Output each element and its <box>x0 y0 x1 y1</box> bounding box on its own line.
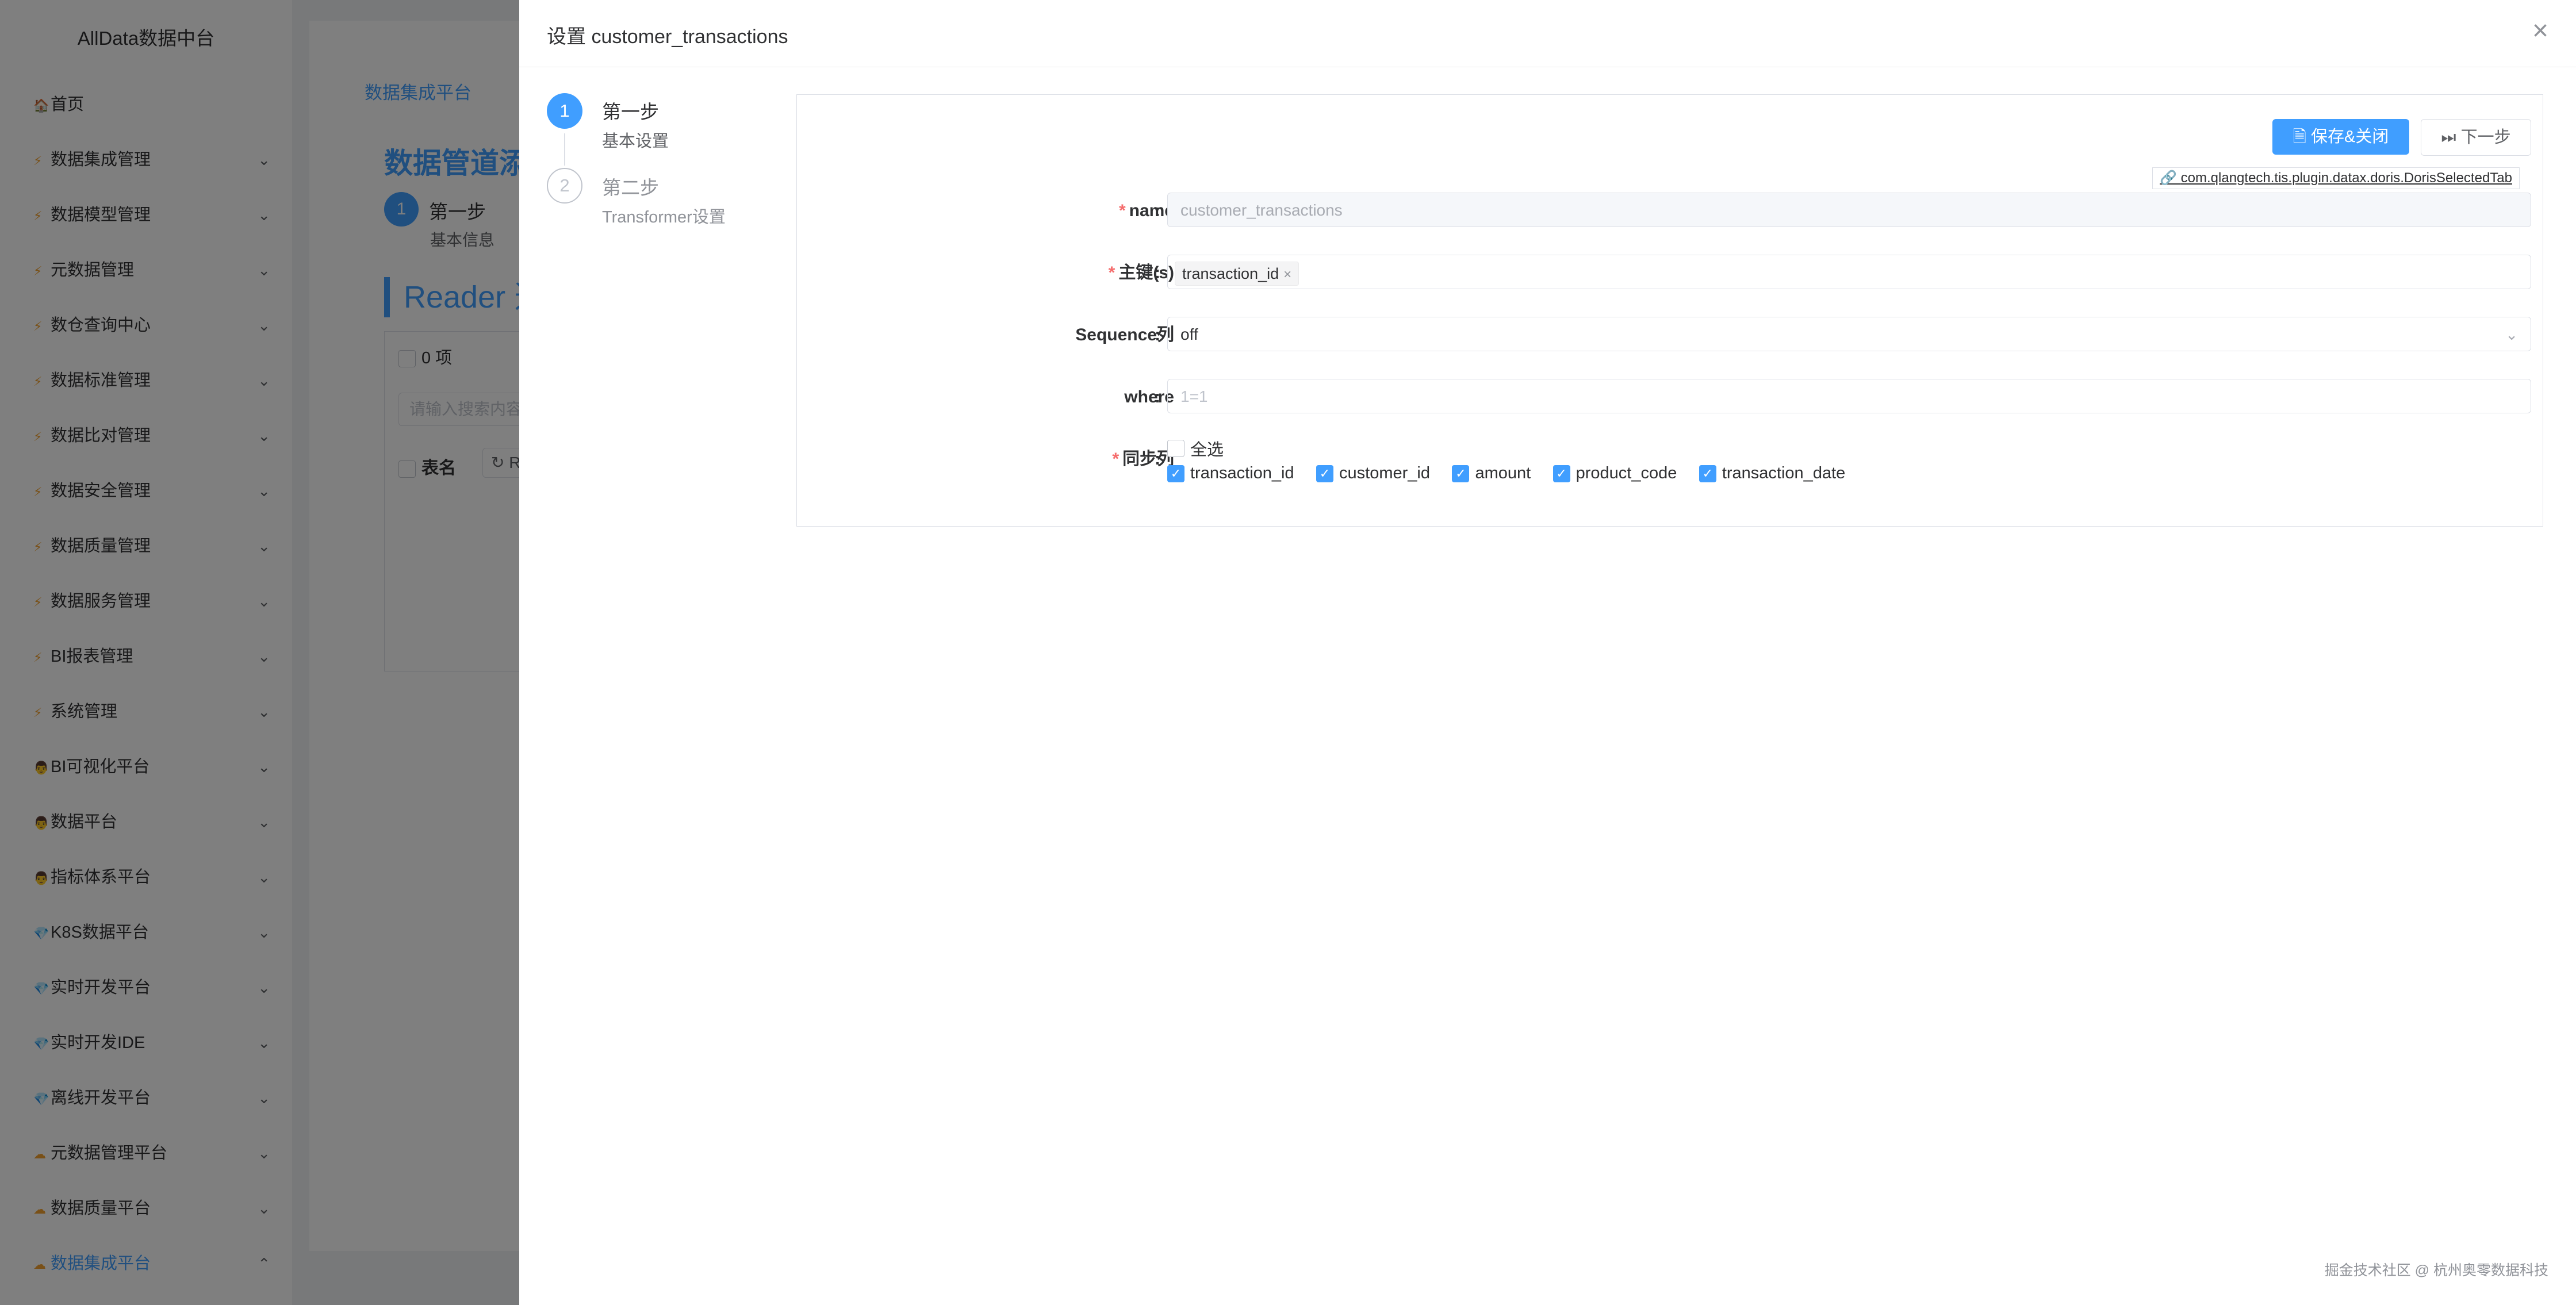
label-colon: : <box>1155 263 1160 282</box>
step-2-number: 2 <box>547 168 582 204</box>
plugin-link-text: com.qlangtech.tis.plugin.datax.doris.Dor… <box>2180 170 2512 186</box>
sequence-row: Sequence列 : off ⌄ <box>797 317 2543 354</box>
pk-tag: transaction_id × <box>1175 261 1300 286</box>
primary-keys-select[interactable]: transaction_id × <box>1167 255 2531 289</box>
sequence-value: off <box>1180 325 1198 343</box>
step-2-sub: Transformer设置 <box>602 208 726 227</box>
primary-keys-row: * 主键(s) : transaction_id × <box>797 255 2543 291</box>
select-all-checkbox[interactable] <box>1167 440 1184 457</box>
column-checkbox[interactable]: ✓ <box>1316 465 1334 482</box>
step-2-title: 第二步 <box>602 177 659 198</box>
link-icon: 🔗 <box>2160 170 2177 186</box>
close-icon[interactable]: × <box>2532 15 2548 47</box>
where-placeholder: 1=1 <box>1180 387 1208 405</box>
sync-cols-label-text: 同步列 <box>1122 450 1174 469</box>
name-label: * name <box>1119 193 1174 229</box>
watermark: 掘金技术社区 @ 杭州奥零数据科技 <box>2324 1262 2548 1279</box>
column-checkbox[interactable]: ✓ <box>1552 465 1570 482</box>
column-checkbox-list: ✓ transaction_id ✓ customer_id ✓ amount ✓ pr… <box>1167 464 1865 483</box>
next-step-button[interactable]: ⏭ 下一步 <box>2421 119 2531 156</box>
label-colon: : <box>1155 450 1160 469</box>
step-1-title: 第一步 <box>602 101 659 122</box>
required-mark: * <box>1108 263 1116 282</box>
column-checkbox[interactable]: ✓ <box>1167 465 1184 482</box>
step-1-sub: 基本设置 <box>602 132 669 151</box>
settings-drawer: 设置 customer_transactions × 1 第一步 基本设置 2 … <box>519 0 2576 1305</box>
column-label: customer_id <box>1339 464 1430 482</box>
column-checkbox[interactable]: ✓ <box>1699 465 1716 482</box>
label-colon: : <box>1155 201 1160 220</box>
sequence-select[interactable]: off ⌄ <box>1167 317 2531 351</box>
next-label: 下一步 <box>2460 128 2511 147</box>
save-close-label: 保存&关闭 <box>2311 128 2389 146</box>
plugin-link[interactable]: 🔗 com.qlangtech.tis.plugin.datax.doris.D… <box>2152 167 2520 189</box>
drawer-title: 设置 customer_transactions <box>547 26 788 48</box>
next-icon: ⏭ <box>2441 128 2456 147</box>
where-label: where <box>1124 387 1174 406</box>
column-label: transaction_id <box>1190 464 1294 482</box>
tag-close-icon[interactable]: × <box>1283 267 1291 282</box>
settings-form: 🗎 保存&关闭 ⏭ 下一步 🔗 com.qlangtech.tis.plugin… <box>796 94 2543 527</box>
column-label: amount <box>1475 464 1531 482</box>
column-label: transaction_date <box>1722 464 1846 482</box>
label-colon: : <box>1155 387 1160 406</box>
sync-cols-label: * 同步列 <box>1112 441 1174 478</box>
required-mark: * <box>1118 201 1126 220</box>
sync-cols-checkboxes: 全选 ✓ transaction_id ✓ customer_id ✓ amount … <box>1167 436 1865 483</box>
label-colon: : <box>1155 325 1160 344</box>
chevron-down-icon: ⌄ <box>2505 326 2518 343</box>
step-connector <box>564 133 565 166</box>
pk-tag-label: transaction_id <box>1182 264 1279 282</box>
required-mark: * <box>1112 450 1119 469</box>
name-input[interactable]: customer_transactions <box>1167 193 2531 227</box>
pk-label: * 主键(s) <box>1109 255 1174 291</box>
drawer-header: 设置 customer_transactions × <box>519 0 2576 67</box>
column-checkbox[interactable]: ✓ <box>1452 465 1470 482</box>
where-row: where : 1=1 <box>797 379 2543 416</box>
where-input[interactable]: 1=1 <box>1167 379 2531 413</box>
save-close-button[interactable]: 🗎 保存&关闭 <box>2272 119 2409 155</box>
pk-label-text: 主键(s) <box>1118 263 1174 282</box>
column-label: product_code <box>1575 464 1677 482</box>
name-row: * name : customer_transactions <box>797 193 2543 229</box>
save-icon: 🗎 <box>2293 128 2306 146</box>
select-all-row: 全选 <box>1167 436 1865 460</box>
select-all-label: 全选 <box>1190 441 1224 459</box>
step-1-number: 1 <box>547 93 582 129</box>
